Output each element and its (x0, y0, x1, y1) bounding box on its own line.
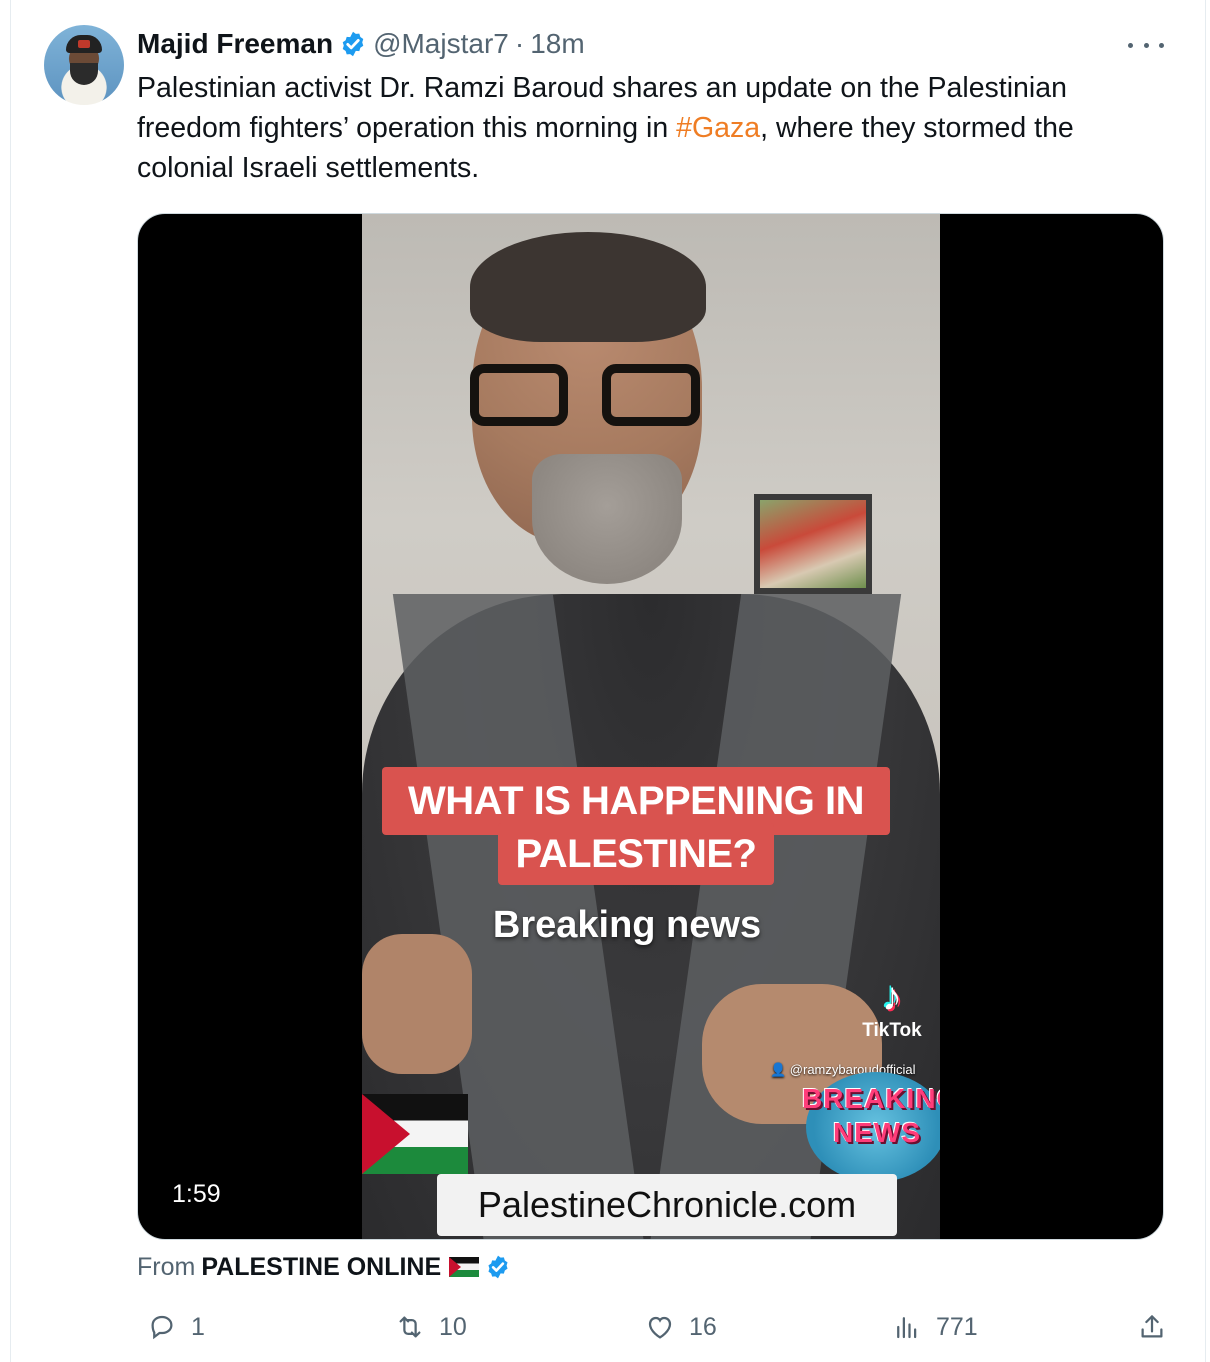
video-frame: WHAT IS HAPPENING IN PALESTINE? Breaking… (362, 214, 940, 1239)
share-button[interactable] (1137, 1305, 1181, 1349)
person-hair (470, 232, 706, 342)
glasses (470, 364, 700, 434)
tiktok-label: TikTok (862, 1020, 922, 1041)
like-count: 16 (689, 1312, 717, 1341)
video-subtitle: Breaking news (492, 904, 762, 946)
site-banner: PalestineChronicle.com (437, 1174, 897, 1236)
badge-line2: NEWS (833, 1117, 921, 1148)
tweet-text: Palestinian activist Dr. Ramzi Baroud sh… (137, 68, 1177, 188)
video-caption-line2: PALESTINE? (498, 823, 774, 885)
separator-dot: · (514, 28, 525, 59)
avatar-cap (66, 35, 102, 53)
retweet-button[interactable]: 10 (395, 1305, 467, 1349)
author-avatar[interactable] (44, 25, 124, 105)
source-account-name[interactable]: PALESTINE ONLINE (201, 1253, 441, 1282)
palestine-flag (362, 1094, 468, 1174)
views-count: 771 (936, 1312, 978, 1341)
person-beard (532, 454, 682, 584)
heart-icon (648, 1316, 672, 1339)
verified-badge-icon (342, 31, 364, 57)
hashtag-link[interactable]: #Gaza (676, 112, 760, 144)
breaking-news-badge-text: BREAKING NEWS (802, 1082, 940, 1150)
share-icon (1141, 1315, 1163, 1338)
more-options-icon[interactable] (1128, 36, 1164, 54)
video-player[interactable]: WHAT IS HAPPENING IN PALESTINE? Breaking… (137, 213, 1164, 1240)
verified-badge-icon (488, 1255, 508, 1279)
palestine-flag-emoji (449, 1257, 480, 1277)
badge-line1: BREAKING (802, 1083, 940, 1114)
source-prefix: From (137, 1252, 196, 1281)
avatar-beard (70, 63, 98, 85)
author-handle[interactable]: @Majstar7 (373, 28, 509, 60)
tiktok-note-icon: ♪ (882, 975, 902, 1019)
tweet-timestamp[interactable]: 18m (530, 28, 584, 60)
video-duration: 1:59 (166, 1174, 227, 1214)
tiktok-logo: ♪ TikTok (852, 974, 932, 1042)
reply-icon (151, 1315, 173, 1340)
reply-count: 1 (191, 1312, 205, 1341)
views-chart-icon (897, 1317, 917, 1339)
wall-painting (754, 494, 872, 594)
like-button[interactable]: 16 (645, 1305, 717, 1349)
tweet-header: Majid Freeman @Majstar7 · 18m (137, 27, 585, 61)
reply-button[interactable]: 1 (147, 1305, 205, 1349)
hand-left (362, 934, 472, 1074)
retweet-icon (399, 1316, 421, 1338)
source-attribution: From PALESTINE ONLINE (137, 1249, 511, 1285)
action-bar: 1 10 16 771 (137, 1305, 1177, 1349)
views-button[interactable]: 771 (892, 1305, 978, 1349)
retweet-count: 10 (439, 1312, 467, 1341)
author-name[interactable]: Majid Freeman (137, 28, 333, 60)
